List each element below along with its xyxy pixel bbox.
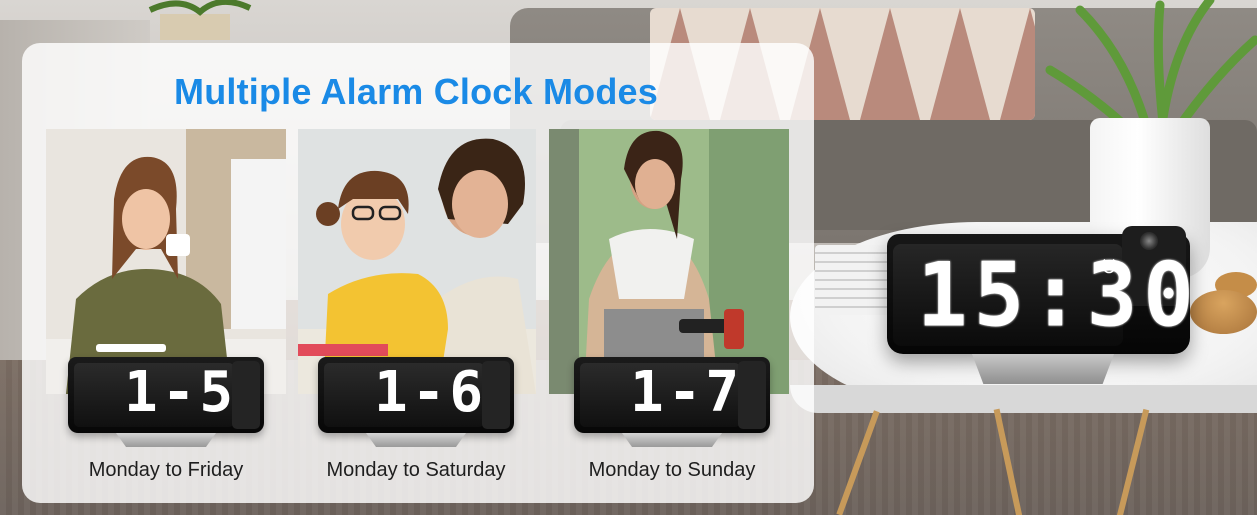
girl-and-mother-photo bbox=[298, 129, 536, 394]
mini-clock-weekday: 1-5 bbox=[68, 357, 264, 433]
mini-clock-stand bbox=[366, 433, 466, 447]
clock-time: 15:30 bbox=[917, 243, 1200, 347]
top-plant bbox=[148, 0, 252, 40]
mini-clock-stand bbox=[622, 433, 722, 447]
mini-clock-six-days: 1-6 bbox=[318, 357, 514, 433]
page-title: Multiple Alarm Clock Modes bbox=[174, 71, 658, 112]
alarm-clock-icon bbox=[1101, 258, 1117, 274]
mode-display: 1-5 bbox=[124, 360, 238, 425]
photo-card-weekday bbox=[46, 129, 286, 394]
mini-clock-stand bbox=[116, 433, 216, 447]
mode-display: 1-7 bbox=[630, 360, 744, 425]
side-table-edge bbox=[790, 385, 1257, 413]
woman-at-desk-photo bbox=[46, 129, 286, 394]
woman-exercising-photo bbox=[549, 129, 789, 394]
projection-alarm-clock: 15:30 bbox=[887, 226, 1194, 354]
mode-display: 1-6 bbox=[374, 360, 488, 425]
decorative-bowl bbox=[1190, 290, 1257, 334]
photo-card-six-days bbox=[298, 129, 536, 394]
mode-caption: Monday to Saturday bbox=[326, 459, 506, 481]
mode-caption: Monday to Friday bbox=[88, 459, 244, 481]
mode-caption: Monday to Sunday bbox=[588, 459, 756, 481]
clock-stand bbox=[972, 354, 1114, 384]
photo-card-everyday bbox=[549, 129, 789, 394]
mini-clock-everyday: 1-7 bbox=[574, 357, 770, 433]
